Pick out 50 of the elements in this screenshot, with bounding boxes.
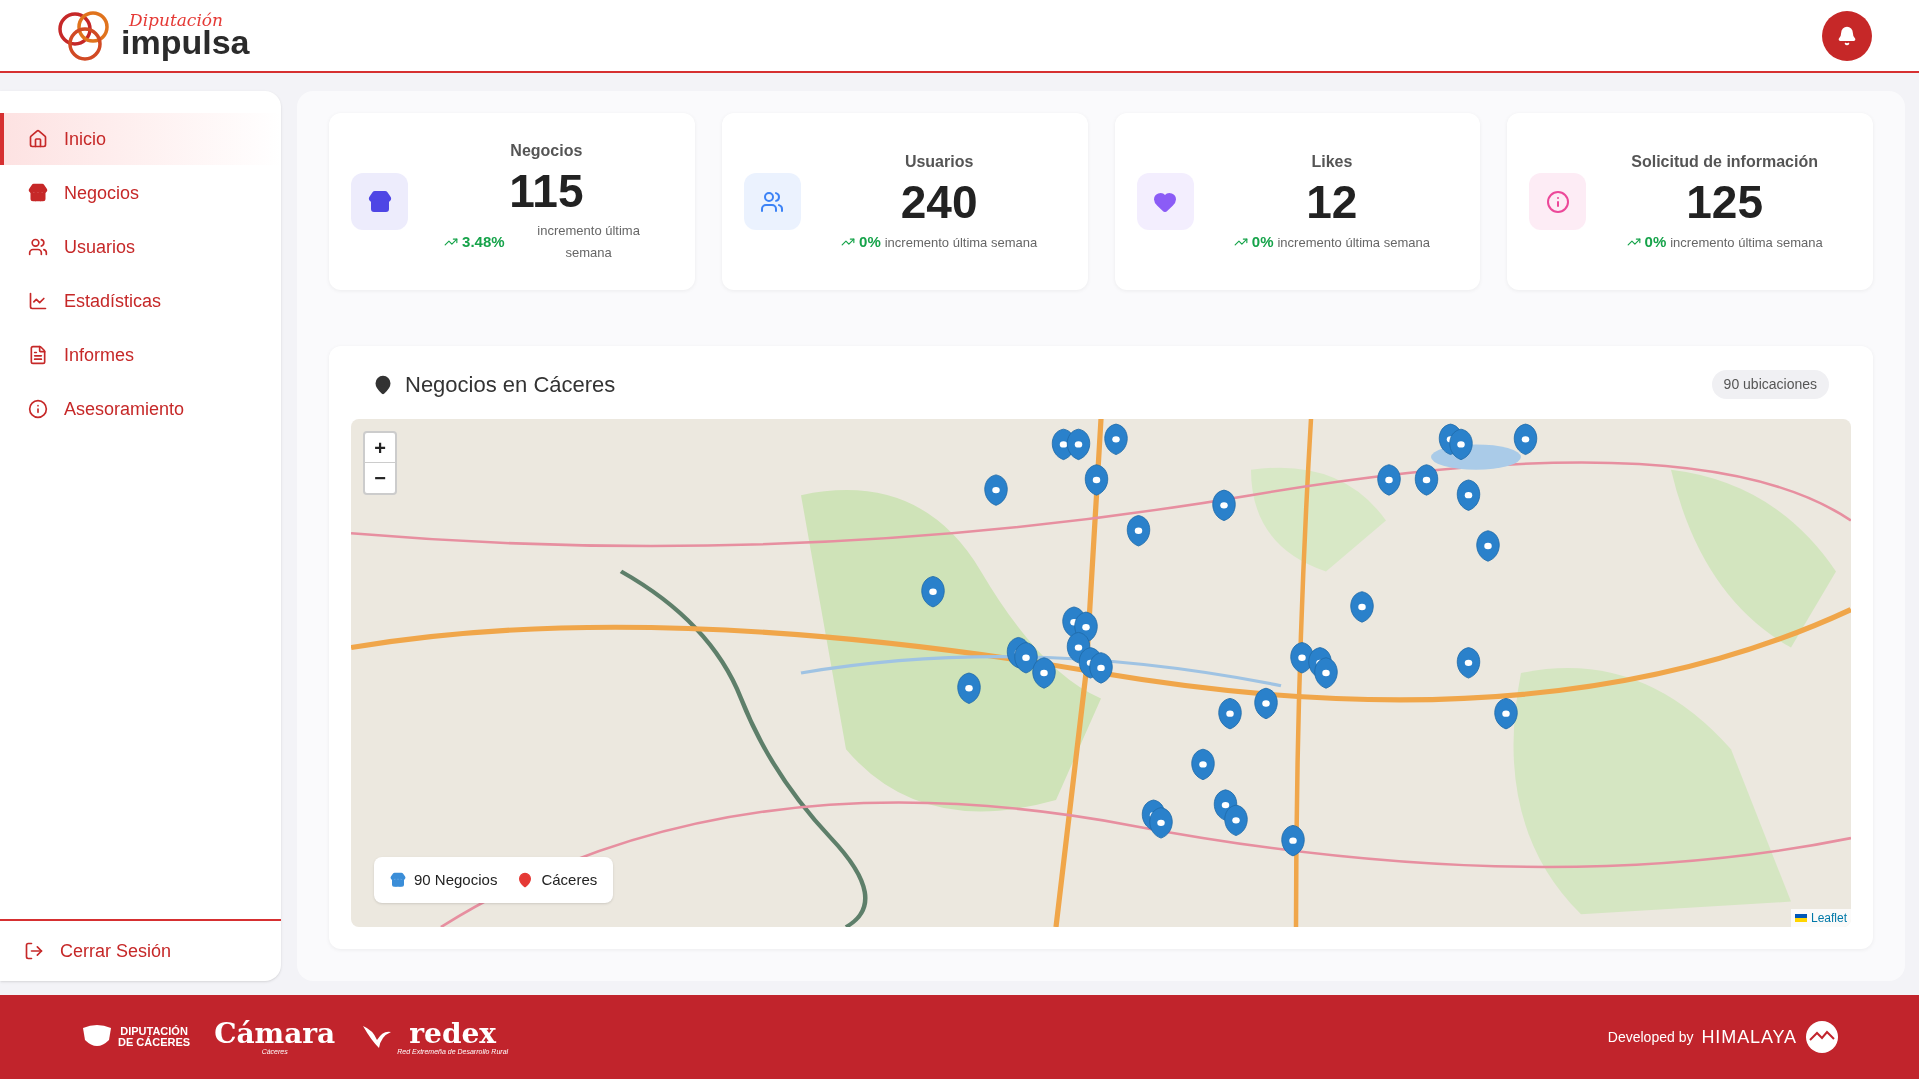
footer-logo-text: Cámara: [214, 1019, 336, 1048]
footer-logo-text: DIPUTACIÓN: [120, 1026, 188, 1037]
stat-title: Usuarios: [904, 151, 974, 172]
logout-icon: [24, 941, 44, 961]
footer-logo-subtext: DE CÁCERES: [118, 1037, 191, 1048]
home-icon: [28, 129, 48, 149]
document-icon: [28, 345, 48, 365]
stat-note: incremento última semana: [884, 233, 1038, 252]
sidebar-item[interactable]: Estadísticas: [0, 275, 281, 327]
developed-by-text: Developed by: [1607, 1027, 1694, 1047]
sidebar-item[interactable]: Negocios: [0, 167, 281, 219]
notifications-button[interactable]: [1822, 10, 1872, 61]
zoom-out-button[interactable]: −: [365, 463, 395, 493]
stat-value: 12: [1306, 174, 1358, 230]
stat-note: incremento última semana: [1670, 233, 1823, 252]
location-pin-icon: [373, 374, 393, 395]
chart-icon: [28, 291, 48, 311]
sidebar-item[interactable]: Asesoramiento: [0, 383, 281, 435]
flag-icon: [1794, 914, 1807, 922]
stat-value: 240: [900, 174, 978, 230]
store-icon: [28, 183, 48, 203]
sidebar-item[interactable]: Inicio: [0, 113, 281, 165]
stat-value: 115: [509, 163, 584, 219]
stat-change: 0%: [841, 231, 881, 254]
sidebar-item[interactable]: Informes: [0, 329, 281, 381]
locations-count: 90 ubicaciones: [1711, 370, 1829, 399]
stat-title: Solicitud de información: [1631, 151, 1818, 172]
company-name: HIMALAYA: [1701, 1025, 1797, 1049]
location-pin-icon: [517, 871, 534, 888]
stat-title: Likes: [1311, 151, 1353, 172]
stat-value: 125: [1686, 174, 1763, 230]
stat-note: incremento última semana: [1277, 233, 1430, 252]
stat-note: incremento última semana: [536, 222, 641, 263]
zoom-in-button[interactable]: +: [365, 433, 395, 463]
map-card-title: Negocios en Cáceres: [405, 371, 616, 399]
info-icon: [28, 399, 48, 419]
sidebar-item[interactable]: Usuarios: [0, 221, 281, 273]
stat-title: Negocios: [510, 140, 583, 161]
mountain-logo-icon: [1805, 1020, 1839, 1054]
stat-change: 0%: [1233, 231, 1274, 254]
bell-icon: [1837, 25, 1857, 46]
store-icon: [390, 871, 406, 888]
leaflet-attribution-link[interactable]: Leaflet: [1790, 909, 1851, 927]
stat-change: 0%: [1626, 231, 1667, 254]
stat-change: 3.48%: [444, 231, 505, 254]
logout-link[interactable]: Cerrar Sesión: [0, 919, 281, 981]
legend-place: Cáceres: [517, 868, 598, 891]
users-icon: [28, 237, 48, 257]
footer-logo-text: redex: [409, 1019, 496, 1048]
legend-businesses: 90 Negocios: [390, 868, 498, 891]
